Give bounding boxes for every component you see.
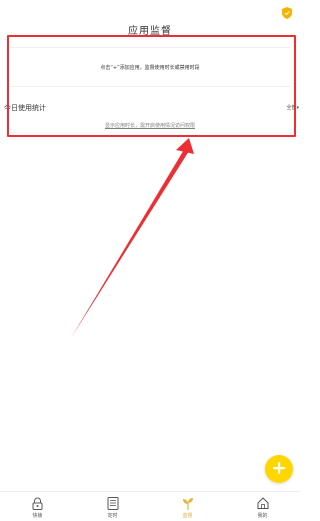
list-icon bbox=[106, 496, 120, 510]
sprout-icon bbox=[181, 497, 195, 510]
nav-label-supervise: 监督 bbox=[182, 512, 193, 519]
nav-item-supervise[interactable]: 监督 bbox=[150, 492, 225, 521]
add-app-button[interactable] bbox=[265, 455, 293, 483]
highlight-box bbox=[7, 35, 296, 137]
chevron-down-icon: ▾ bbox=[296, 105, 299, 111]
lock-icon bbox=[31, 497, 45, 510]
nav-item-mine[interactable]: 我的 bbox=[225, 492, 300, 521]
nav-item-quick-lock[interactable]: 快锁 bbox=[0, 492, 75, 521]
nav-label-mine: 我的 bbox=[257, 512, 268, 519]
nav-label-schedule: 定时 bbox=[107, 512, 118, 519]
nav-item-schedule[interactable]: 定时 bbox=[75, 492, 150, 521]
shield-icon bbox=[282, 4, 292, 19]
bottom-nav: 快锁 定时 监督 我的 bbox=[0, 491, 300, 521]
plus-icon bbox=[272, 460, 286, 479]
nav-label-quick-lock: 快锁 bbox=[32, 512, 43, 519]
home-icon bbox=[256, 497, 270, 510]
